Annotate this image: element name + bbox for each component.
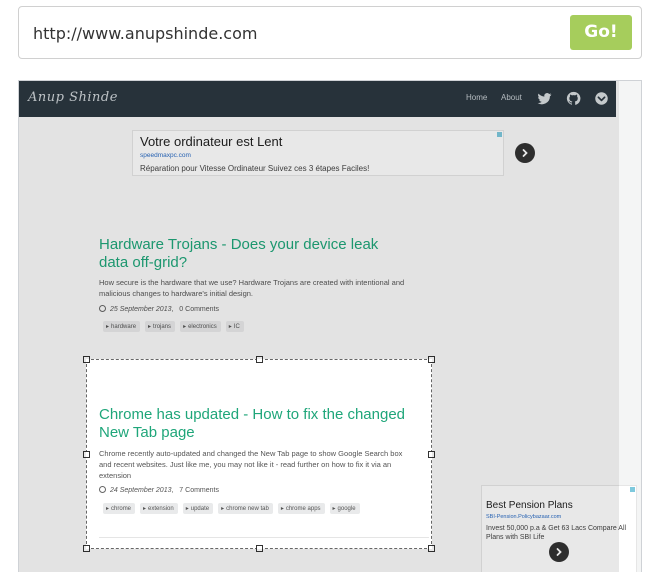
divider: [99, 537, 429, 538]
tag[interactable]: chrome: [103, 503, 136, 514]
dim-overlay: [19, 359, 86, 549]
tag[interactable]: google: [329, 503, 360, 514]
url-bar: Go!: [18, 6, 642, 59]
post-excerpt: Chrome recently auto-updated and changed…: [99, 449, 403, 480]
clock-icon: [99, 486, 106, 493]
post-tags: chrome extension update chrome new tab c…: [103, 503, 360, 514]
go-button[interactable]: Go!: [570, 15, 632, 50]
dim-overlay: [432, 359, 619, 549]
post-date: 24 September 2013: [110, 487, 172, 494]
url-input[interactable]: [33, 21, 553, 45]
screenshot-frame: Anup Shinde Home About Votre ordinateur …: [18, 80, 642, 572]
post-comments-link[interactable]: 7 Comments: [179, 487, 219, 494]
tag[interactable]: chrome apps: [277, 503, 325, 514]
adchoices-icon[interactable]: [630, 487, 635, 492]
tag[interactable]: chrome new tab: [218, 503, 273, 514]
tag[interactable]: extension: [140, 503, 178, 514]
website-preview: Anup Shinde Home About Votre ordinateur …: [19, 81, 637, 572]
meta-separator: ,: [171, 487, 174, 494]
tag[interactable]: update: [182, 503, 214, 514]
dim-overlay: [19, 81, 619, 359]
post-meta: 24 September 2013, 7 Comments: [99, 486, 219, 494]
dim-overlay: [19, 549, 619, 572]
post-title[interactable]: Chrome has updated - How to fix the chan…: [99, 406, 419, 442]
